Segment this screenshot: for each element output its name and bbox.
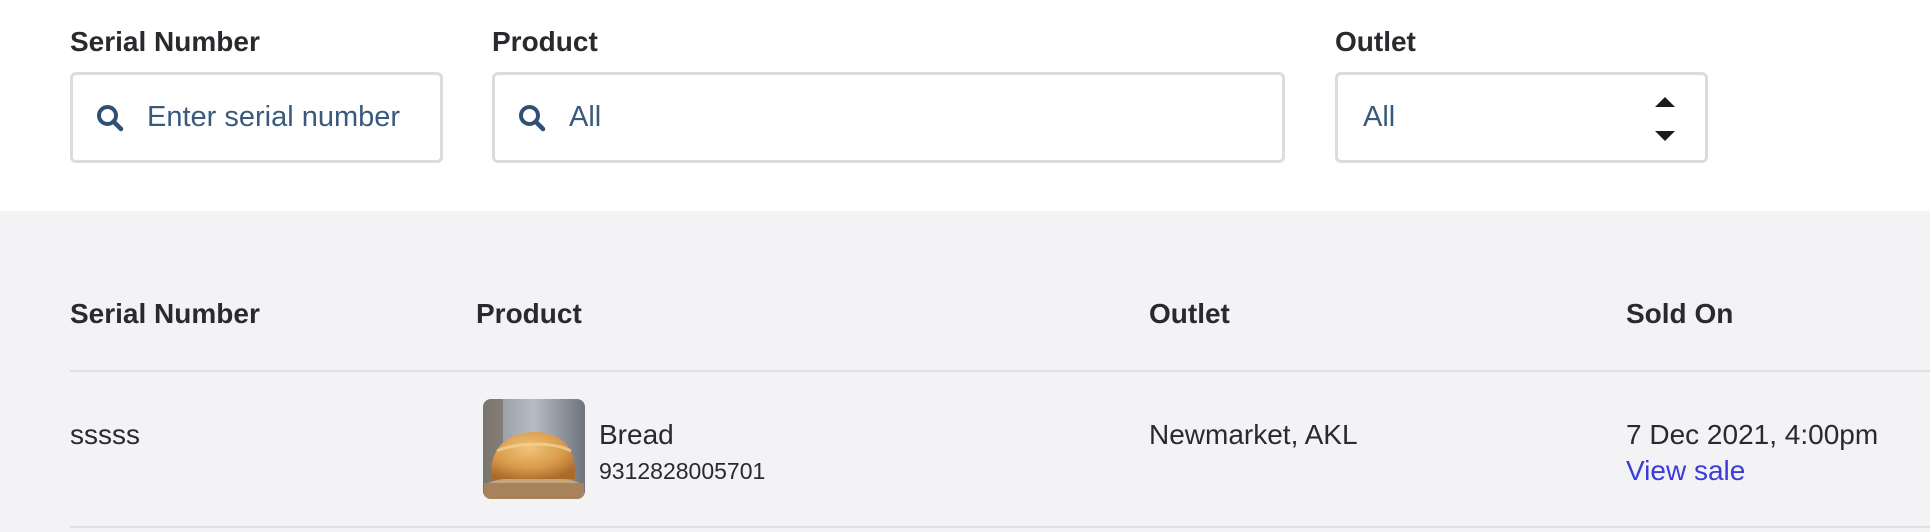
search-icon [519, 104, 546, 131]
serial-number-cell: sssss [70, 419, 140, 450]
row-divider [70, 526, 1930, 528]
column-header-sold-on[interactable]: Sold On [1626, 298, 1733, 330]
serial-number-placeholder[interactable]: Enter serial number [147, 101, 400, 134]
product-filter-value[interactable]: All [569, 101, 601, 134]
outlet-select[interactable]: All [1335, 72, 1708, 163]
sort-arrows-icon [1655, 97, 1675, 141]
filter-bar: Serial Number Enter serial number Produc… [0, 0, 1930, 211]
serial-number-search-field[interactable]: Enter serial number [70, 72, 443, 163]
search-icon [97, 104, 124, 131]
outlet-cell: Newmarket, AKL [1149, 419, 1358, 450]
product-name[interactable]: Bread [599, 419, 674, 451]
column-header-product[interactable]: Product [476, 298, 582, 330]
product-filter-label: Product [492, 26, 598, 57]
header-divider [70, 370, 1930, 372]
view-sale-link[interactable]: View sale [1626, 455, 1745, 487]
product-sku: 9312828005701 [599, 458, 766, 484]
outlet-filter-label: Outlet [1335, 26, 1416, 57]
product-search-field[interactable]: All [492, 72, 1285, 163]
product-thumbnail [483, 399, 585, 499]
sold-on-cell: 7 Dec 2021, 4:00pm [1626, 419, 1879, 450]
serial-numbers-table: Serial Number Product Outlet Sold On sss… [0, 211, 1930, 532]
outlet-select-value[interactable]: All [1363, 101, 1395, 134]
column-header-serial-number[interactable]: Serial Number [70, 298, 260, 330]
column-header-outlet[interactable]: Outlet [1149, 298, 1230, 330]
serial-number-filter-label: Serial Number [70, 26, 260, 57]
